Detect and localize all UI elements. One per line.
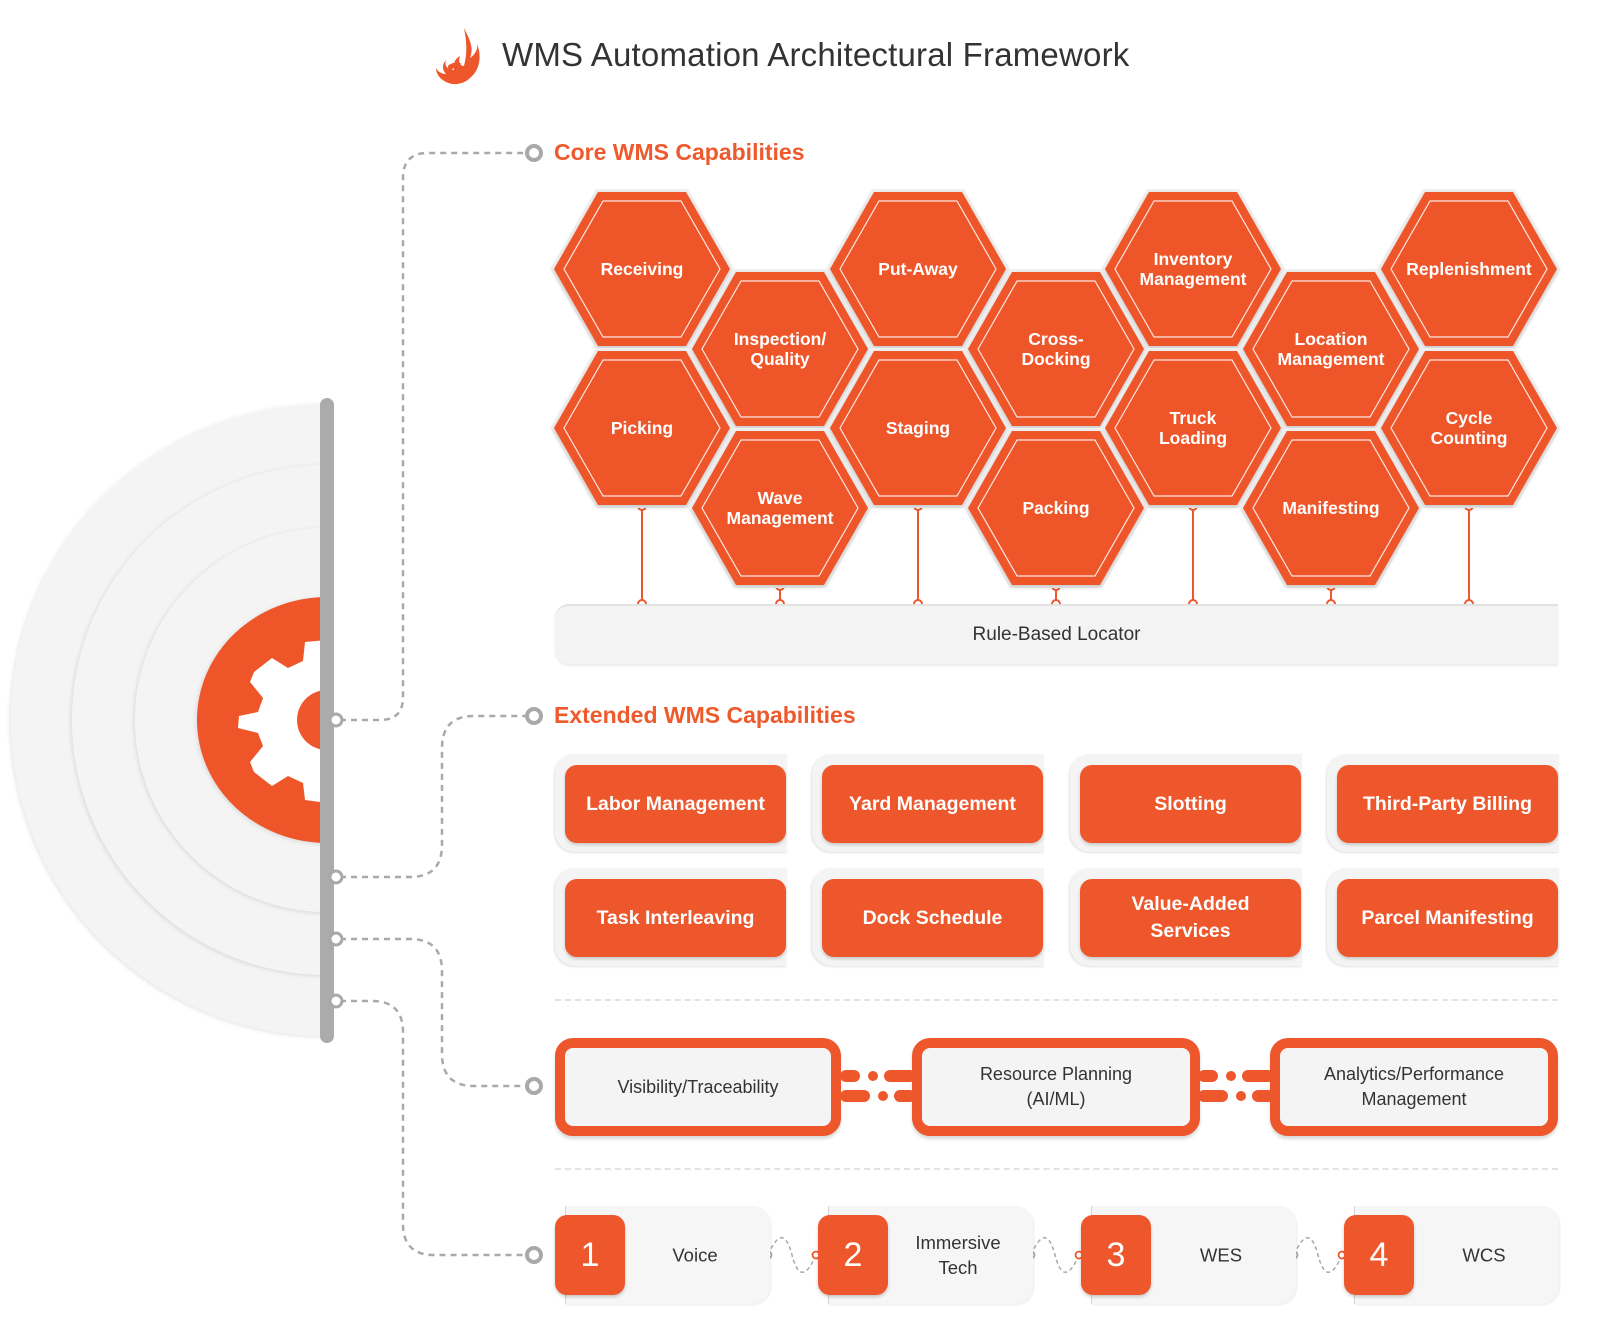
technology-number-badge: 2 (818, 1215, 888, 1295)
hexagon-label-line: Inspection/ (733, 329, 827, 349)
rule-based-locator-label: Rule-Based Locator (972, 624, 1141, 645)
extended-capability-label: Parcel Manifesting (1361, 906, 1534, 929)
core-capabilities-heading: Core WMS Capabilities (554, 139, 805, 165)
hexagon-label-line: Truck (1169, 408, 1217, 428)
hexagon-label: Manifesting (1282, 498, 1380, 518)
flame-icon (436, 28, 480, 85)
hexagon-label-line: Management (1277, 349, 1385, 369)
hexagon-label: Cycle Counting (1384, 408, 1554, 448)
chain-visibility-traceability: Visibility/Traceability (555, 1038, 841, 1136)
extended-capability-label: Value-Added Services (1131, 893, 1250, 942)
extended-capabilities-heading: Extended WMS Capabilities (554, 702, 856, 728)
hexagon-label-line: Loading (1158, 428, 1228, 448)
hexagon-label: Put-Away (878, 259, 958, 279)
hexagon-label: Truck Loading (1108, 408, 1278, 448)
chain-analytics-performance: Analytics/Performance Management (1270, 1038, 1558, 1136)
hexagon-label: Picking (610, 418, 674, 438)
section-divider (555, 1168, 1558, 1170)
technology-label: WCS (1462, 1244, 1506, 1266)
hexagon-label: Inventory Management (1108, 249, 1278, 289)
tech-wave-connector (767, 1237, 817, 1273)
hexagon-label-line: Docking (1021, 349, 1091, 369)
connector-nodes (328, 144, 543, 1264)
extended-capability: Dock Schedule (822, 879, 1043, 957)
chain-link-icon (1198, 1070, 1274, 1102)
page-title: WMS Automation Architectural Framework (502, 36, 1130, 73)
extended-capability: Yard Management (822, 765, 1043, 843)
hexagon-label-line: Cross- (1028, 329, 1084, 349)
hexagon-grid (550, 189, 1561, 588)
hexagon-label: Inspection/Quality (695, 329, 865, 369)
connectors (340, 151, 528, 1257)
hexagon-label: Packing (1022, 498, 1090, 518)
technology-number-badge: 1 (555, 1215, 625, 1295)
hexagon-label-line: Management (1139, 269, 1247, 289)
hexagon-label: Replenishment (1406, 259, 1532, 279)
tech-wave-connector (1293, 1237, 1343, 1273)
hexagon-label: Staging (885, 418, 951, 438)
tech-wave-connector (1030, 1237, 1080, 1273)
hexagon-label-line: Cycle (1445, 408, 1493, 428)
extended-capability-label: Yard Management (849, 792, 1016, 815)
hexagon-label-line: Management (726, 508, 834, 528)
extended-capability: Labor Management (565, 765, 786, 843)
extended-capability-label: Slotting (1154, 792, 1227, 815)
technology-label-line: Tech (938, 1257, 978, 1278)
rule-based-locator: Rule-Based Locator (555, 604, 1558, 664)
extended-capability: Third-Party Billing (1337, 765, 1558, 843)
hexagon-label: Receiving (600, 259, 684, 279)
hexagon-label: Cross- Docking (971, 329, 1141, 369)
extended-capability-label: Task Interleaving (596, 906, 755, 929)
technology-number-badge: 4 (1344, 1215, 1414, 1295)
diagram-canvas (11, 144, 1561, 1273)
technology-number-badge: 3 (1081, 1215, 1151, 1295)
hexagon-label: Location Management (1246, 329, 1416, 369)
hexagon-label-line: Location (1294, 329, 1368, 349)
section-divider (555, 999, 1558, 1001)
chain-label: Resource Planning (AI/ML) (979, 1064, 1133, 1109)
chain-link-icon (840, 1070, 916, 1102)
extended-capability: Task Interleaving (565, 879, 786, 957)
extended-capability: Value-Added Services (1080, 879, 1301, 957)
extended-capability: Parcel Manifesting (1337, 879, 1558, 957)
extended-capability-label: Third-Party Billing (1362, 792, 1532, 815)
hexagon-label-line: Counting (1430, 428, 1508, 448)
technology-label: Voice (672, 1244, 718, 1266)
hexagon-label-line: Wave (757, 488, 803, 508)
hexagon-label-line: Quality (750, 349, 810, 369)
technology-label-line: Immersive (915, 1232, 1001, 1253)
extended-capability: Slotting (1080, 765, 1301, 843)
chain-label: Visibility/Traceability (617, 1076, 779, 1097)
chain-resource-planning: Resource Planning (AI/ML) (912, 1038, 1200, 1136)
technology-label: Immersive Tech (915, 1230, 1000, 1280)
hexagon-label: Wave Management (695, 488, 865, 528)
technology-label: WES (1199, 1244, 1243, 1266)
hexagon-label-line: Inventory (1153, 249, 1233, 269)
extended-capability-label: Labor Management (586, 792, 765, 815)
extended-capability-label: Dock Schedule (862, 906, 1003, 929)
chain-label: Analytics/Performance Management (1323, 1064, 1505, 1109)
